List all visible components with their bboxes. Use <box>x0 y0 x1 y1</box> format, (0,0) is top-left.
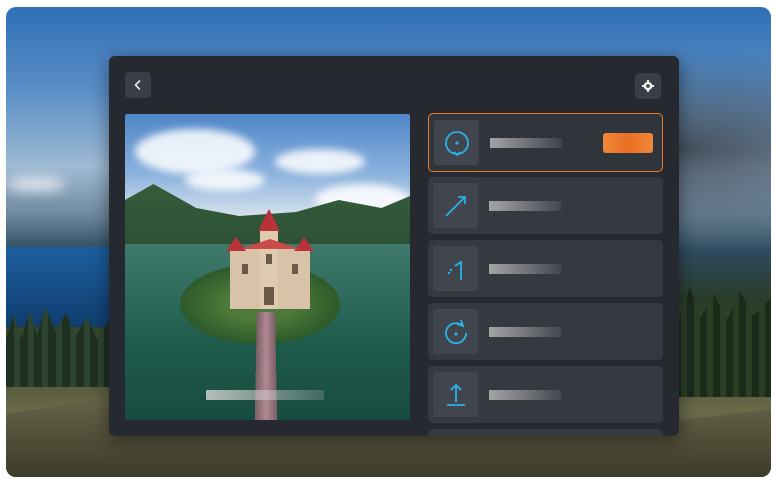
straight-path-icon <box>444 195 466 217</box>
mode-label <box>490 138 562 148</box>
flight-mode-list <box>428 113 663 429</box>
mode-card-partial[interactable] <box>428 429 663 436</box>
turn-path-icon <box>447 259 462 280</box>
mode-card-straight-path[interactable] <box>428 177 663 234</box>
mode-label <box>489 390 561 400</box>
mode-card-point-of-interest[interactable] <box>428 113 663 172</box>
mode-preview-image <box>125 114 410 420</box>
rotate-icon <box>444 319 467 344</box>
mode-label <box>489 201 561 211</box>
point-of-interest-icon <box>444 130 469 156</box>
mode-card-ascend[interactable] <box>428 366 663 423</box>
ascend-icon <box>446 383 465 406</box>
mode-card-rotate[interactable] <box>428 303 663 360</box>
back-button[interactable] <box>125 72 151 98</box>
flight-mode-panel <box>109 56 679 436</box>
mode-card-turn-path[interactable] <box>428 240 663 297</box>
gear-icon <box>642 80 654 92</box>
settings-button[interactable] <box>635 73 661 99</box>
mode-label <box>489 264 561 274</box>
selected-badge <box>603 133 653 153</box>
chevron-left-icon <box>134 80 141 90</box>
mode-label <box>489 327 561 337</box>
castle-illustration <box>226 209 314 309</box>
preview-caption <box>206 390 324 400</box>
